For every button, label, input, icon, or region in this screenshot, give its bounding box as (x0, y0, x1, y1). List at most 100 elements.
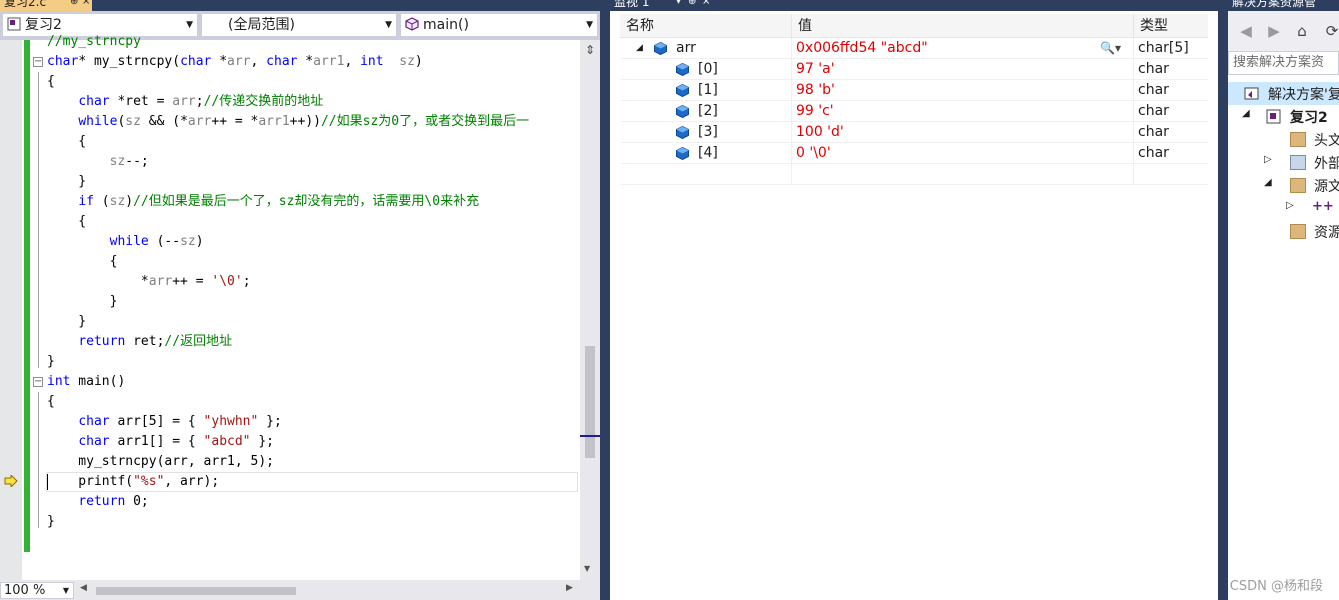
type-column-header[interactable]: 类型 (1134, 14, 1208, 38)
editor-document-tab[interactable]: 复习2.c ⊕ × (0, 0, 92, 11)
expand-arrow-icon[interactable]: ▷ (1286, 200, 1294, 211)
watch-var-value[interactable]: 0x006ffd54 "abcd" (796, 40, 928, 56)
code-line: { (47, 254, 118, 269)
watch-row[interactable]: [0] 97 'a' char (620, 59, 1208, 80)
watch-var-value[interactable]: 98 'b' (792, 80, 1134, 101)
watch-add-item-row[interactable] (620, 164, 1208, 185)
tree-item-resource-files[interactable]: 资源 (1228, 220, 1339, 243)
watch-var-type: char (1138, 145, 1169, 161)
watch-var-value[interactable]: 97 'a' (792, 59, 1134, 80)
code-line: while (--sz) (109, 234, 204, 249)
watch-rows: ◢ arr 0x006ffd54 "abcd" 🔍▾ char[5] [0] 9… (620, 38, 1208, 185)
close-tab-icon[interactable]: × (82, 0, 90, 9)
text-caret (47, 474, 48, 490)
project-dropdown-label: 复习2 (25, 17, 62, 33)
code-line: } (47, 514, 55, 529)
forward-icon[interactable]: ▶ (1264, 21, 1284, 41)
zoom-dropdown[interactable]: 100 % ▼ (0, 582, 74, 599)
scroll-down-icon[interactable]: ▼ (584, 564, 590, 573)
code-line: int main() (47, 374, 126, 389)
tree-item-label: 解决方案'复 (1268, 87, 1339, 103)
code-line: sz--; (109, 154, 149, 169)
watch-var-value[interactable]: 99 'c' (792, 101, 1134, 122)
pin-icon[interactable]: ⊕ (70, 0, 78, 9)
collapse-arrow-icon[interactable]: ◢ (1242, 108, 1250, 119)
watch-var-value[interactable]: 0 '\0' (792, 143, 1134, 164)
tree-item-label: 复习2 (1290, 110, 1328, 126)
tree-item-source-files[interactable]: ◢ 源文 (1228, 174, 1339, 197)
collapse-function-icon[interactable]: − (33, 377, 43, 387)
sync-icon[interactable]: ⟳ (1322, 21, 1339, 41)
watch-tab-label: 监视 1 (614, 0, 650, 9)
split-window-icon[interactable]: ⇕ (582, 42, 598, 58)
tree-item-source-file[interactable]: ▷ ++ (1228, 197, 1339, 220)
code-area[interactable]: − − //my_strncpy char* my_strncpy(char *… (31, 32, 579, 580)
watch-var-value[interactable]: 100 'd' (792, 122, 1134, 143)
code-line: { (47, 214, 87, 229)
chevron-down-icon: ▼ (62, 586, 69, 595)
code-line: return ret;//返回地址 (78, 334, 233, 349)
solution-icon (1244, 87, 1259, 100)
back-icon[interactable]: ◀ (1236, 21, 1256, 41)
variable-cube-icon (654, 42, 667, 55)
dropdown-arrow-icon[interactable]: ▾ (676, 0, 681, 9)
caret-position-marker (580, 435, 600, 437)
scroll-right-icon[interactable]: ▶ (566, 583, 573, 593)
watermark-text: CSDN @杨和段 (1229, 579, 1323, 594)
code-line: my_strncpy(arr, arr1, 5); (47, 454, 274, 469)
value-column-header[interactable]: 值 (792, 14, 1134, 38)
watch-var-name: [0] (698, 61, 718, 77)
collapse-arrow-icon[interactable]: ◢ (1264, 177, 1272, 188)
watch-row[interactable]: [3] 100 'd' char (620, 122, 1208, 143)
home-icon[interactable]: ⌂ (1292, 21, 1312, 41)
code-line: { (47, 134, 87, 149)
watch-var-type: char (1138, 103, 1169, 119)
editor-tab-label: 复习2.c (4, 0, 47, 9)
watch-row[interactable]: [4] 0 '\0' char (620, 143, 1208, 164)
solution-tree: 解决方案'复 ◢ 复习2 头文 ▷ 外部 ◢ 源文 ▷ ++ 资源 (1228, 82, 1339, 243)
code-line: //my_strncpy (47, 34, 141, 49)
watch-tab[interactable]: 监视 1 ▾ ⊕ × (610, 0, 720, 9)
tree-item-header-files[interactable]: 头文 (1228, 128, 1339, 151)
scrollbar-thumb[interactable] (585, 346, 595, 458)
project-icon (1266, 109, 1281, 124)
watch-row[interactable]: ◢ arr 0x006ffd54 "abcd" 🔍▾ char[5] (620, 38, 1208, 59)
code-line: } (47, 294, 118, 309)
fold-guide (38, 72, 39, 368)
external-folder-icon (1290, 155, 1306, 170)
watch-var-type: char (1138, 124, 1169, 140)
watch-title-strip: 监视 1 ▾ ⊕ × (610, 0, 1218, 11)
name-column-header[interactable]: 名称 (620, 14, 792, 38)
c-project-icon (7, 17, 21, 31)
folder-icon (1290, 178, 1306, 193)
watch-var-type: char (1138, 61, 1169, 77)
code-line: if (sz)//但如果是最后一个了，sz却没有完的，话需要用\0来补充 (78, 194, 480, 209)
watch-var-type: char[5] (1138, 40, 1189, 56)
solution-explorer-title[interactable]: 解决方案资源管 (1228, 0, 1339, 11)
tree-item-solution[interactable]: 解决方案'复 (1228, 82, 1339, 105)
code-line: while(sz && (*arr++ = *arr1++))//如果sz为0了… (78, 114, 530, 129)
code-line: char* my_strncpy(char *arr, char *arr1, … (47, 54, 423, 69)
expand-arrow-icon[interactable]: ▷ (1264, 154, 1272, 165)
watch-row[interactable]: [2] 99 'c' char (620, 101, 1208, 122)
watch-var-name: [4] (698, 145, 718, 161)
code-line: char *ret = arr;//传递交换前的地址 (78, 94, 324, 109)
text-visualizer-icon[interactable]: 🔍▾ (1100, 38, 1121, 59)
scroll-left-icon[interactable]: ◀ (80, 583, 87, 593)
pin-icon[interactable]: ⊕ (688, 0, 696, 9)
editor-vertical-scrollbar[interactable]: ⇕ ▼ (580, 40, 600, 580)
watch-row[interactable]: [1] 98 'b' char (620, 80, 1208, 101)
tree-item-external-deps[interactable]: ▷ 外部 (1228, 151, 1339, 174)
collapse-arrow-icon[interactable]: ◢ (636, 38, 643, 59)
tree-item-label: 头文 (1314, 133, 1339, 149)
collapse-function-icon[interactable]: − (33, 57, 43, 67)
indicator-margin[interactable] (0, 40, 22, 580)
solution-search-input[interactable]: 搜索解决方案资 (1228, 51, 1339, 75)
close-icon[interactable]: × (702, 0, 710, 9)
watch-var-name: [3] (698, 124, 718, 140)
function-dropdown-label: main() (423, 17, 469, 33)
method-cube-icon (405, 17, 419, 31)
solution-explorer-toolbar: ◀ ▶ ⌂ ⟳ (1228, 11, 1339, 51)
tree-item-project[interactable]: ◢ 复习2 (1228, 105, 1339, 128)
horizontal-scrollbar-thumb[interactable] (96, 587, 296, 595)
